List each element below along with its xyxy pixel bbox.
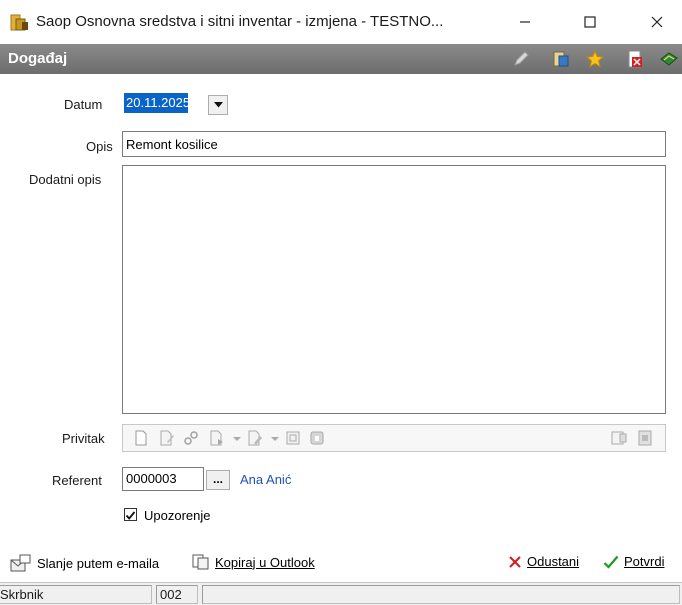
- status-info-cell: [202, 585, 680, 604]
- chevron-down-icon[interactable]: [267, 430, 283, 446]
- lock-attachment-icon[interactable]: [309, 430, 325, 446]
- minimize-button[interactable]: [505, 8, 545, 36]
- minimize-icon: [520, 21, 530, 23]
- import-attachment-icon[interactable]: [209, 430, 225, 446]
- cancel-x-icon: [509, 555, 521, 568]
- referent-lookup-button[interactable]: ...: [206, 470, 230, 490]
- new-attachment-icon[interactable]: [133, 430, 149, 446]
- link-attachment-icon[interactable]: [183, 430, 199, 446]
- upozorenje-checkbox[interactable]: [124, 508, 137, 521]
- copy-outlook-button[interactable]: Kopiraj u Outlook: [192, 554, 315, 570]
- referent-input[interactable]: 0000003: [122, 467, 204, 491]
- referent-name-link[interactable]: Ana Anić: [240, 472, 291, 487]
- privitak-toolbar: [122, 424, 666, 452]
- copy-outlook-text: Kopiraj u Outlook: [215, 554, 315, 570]
- email-send-button[interactable]: Slanje putem e-maila: [10, 554, 159, 572]
- chevron-down-icon: [213, 102, 223, 108]
- cancel-label: Odustani: [527, 554, 579, 569]
- form-header: Događaj: [0, 44, 682, 74]
- properties-icon[interactable]: [552, 50, 570, 68]
- edit-icon[interactable]: [512, 50, 530, 68]
- confirm-text: Potvrdi: [624, 554, 665, 569]
- confirm-button[interactable]: Potvrdi: [603, 554, 664, 569]
- email-send-label: Slanje putem e-maila: [37, 555, 160, 571]
- maximize-button[interactable]: [570, 8, 610, 36]
- scan-attachment-icon[interactable]: [285, 430, 301, 446]
- dodatni-opis-textarea[interactable]: [122, 165, 666, 414]
- form-title: Događaj: [8, 50, 68, 67]
- copy-outlook-label: Kopiraj u Outlook: [215, 555, 315, 570]
- upozorenje-label: Upozorenje: [144, 508, 211, 523]
- dodatni-opis-label: Dodatni opis: [29, 172, 102, 187]
- datum-label: Datum: [64, 97, 103, 112]
- close-icon: [651, 16, 663, 28]
- favorite-star-icon[interactable]: [585, 49, 605, 68]
- maximize-icon: [584, 16, 596, 28]
- copy-icon: [192, 554, 209, 570]
- privitak-label: Privitak: [62, 431, 105, 446]
- edit-attachment-icon[interactable]: [159, 430, 175, 446]
- attachment-remove-icon[interactable]: [637, 430, 653, 446]
- opis-label: Opis: [86, 139, 113, 154]
- rename-attachment-icon[interactable]: [247, 430, 263, 446]
- chevron-down-icon[interactable]: [229, 430, 245, 446]
- datum-dropdown-button[interactable]: [208, 95, 228, 115]
- cancel-button[interactable]: Odustani: [508, 554, 579, 569]
- checkmark-icon: [603, 555, 619, 569]
- referent-label: Referent: [52, 473, 102, 488]
- cancel-text: Odustani: [527, 554, 580, 569]
- opis-value: Remont kosilice: [126, 137, 218, 152]
- window-title: Saop Osnovna sredstva i sitni inventar -…: [36, 13, 444, 30]
- confirm-label: Potvrdi: [624, 554, 664, 569]
- status-bar: Skrbnik 002: [0, 582, 682, 605]
- status-code-cell: 002: [156, 585, 198, 604]
- book-icon[interactable]: [660, 50, 678, 68]
- checkmark-icon: [125, 511, 136, 520]
- app-icon: [10, 12, 30, 32]
- datum-field[interactable]: 20.11.2025: [124, 93, 190, 113]
- close-button[interactable]: [637, 8, 677, 36]
- attachment-view-icon[interactable]: [611, 430, 627, 446]
- email-icon: [10, 554, 31, 572]
- window-titlebar: Saop Osnovna sredstva i sitni inventar -…: [0, 0, 682, 44]
- delete-document-icon[interactable]: [626, 50, 644, 68]
- status-owner-cell: Skrbnik: [0, 585, 152, 604]
